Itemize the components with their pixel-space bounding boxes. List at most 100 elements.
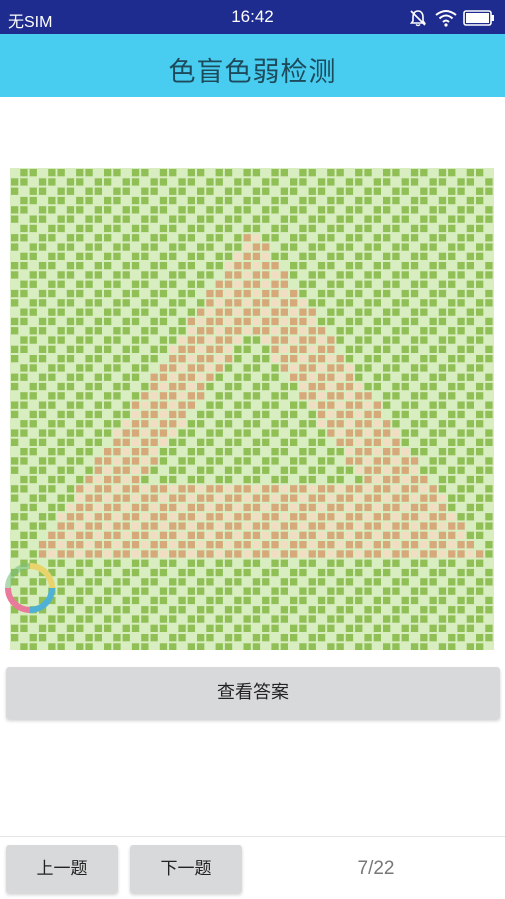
background-dot xyxy=(94,243,102,251)
background-dot xyxy=(410,401,419,409)
figure-dot xyxy=(280,327,288,335)
figure-dot xyxy=(234,513,242,521)
background-dot xyxy=(57,494,65,502)
background-dot xyxy=(438,178,447,186)
background-dot xyxy=(197,243,205,251)
figure-dot xyxy=(206,373,214,381)
background-dot xyxy=(410,234,419,242)
background-dot xyxy=(94,215,102,223)
figure-dot xyxy=(280,280,288,288)
background-dot xyxy=(457,578,465,586)
background-dot xyxy=(243,429,251,437)
background-dot xyxy=(373,382,381,391)
figure-dot xyxy=(327,420,335,428)
background-dot xyxy=(373,568,381,577)
background-dot xyxy=(76,252,84,260)
background-dot xyxy=(280,373,288,381)
background-dot xyxy=(29,531,37,539)
background-dot xyxy=(317,169,326,177)
show-answer-button[interactable]: 查看答案 xyxy=(6,667,500,719)
background-dot xyxy=(373,336,381,344)
background-dot xyxy=(383,643,391,650)
background-dot xyxy=(197,401,205,409)
background-dot xyxy=(438,345,447,353)
background-dot xyxy=(57,289,65,298)
figure-dot xyxy=(131,466,140,474)
background-dot xyxy=(113,280,121,288)
background-dot xyxy=(327,615,335,623)
background-dot xyxy=(355,224,363,233)
figure-dot xyxy=(290,299,298,307)
figure-dot xyxy=(429,550,437,558)
figure-dot xyxy=(48,550,56,558)
figure-dot xyxy=(224,522,233,530)
figure-dot xyxy=(38,550,47,558)
background-dot xyxy=(113,317,121,326)
background-dot xyxy=(113,578,121,586)
background-dot xyxy=(438,568,447,577)
background-dot xyxy=(476,568,484,577)
background-dot xyxy=(38,420,47,428)
figure-dot xyxy=(364,550,372,558)
background-dot xyxy=(252,364,261,372)
background-dot xyxy=(383,243,391,251)
background-dot xyxy=(11,187,19,195)
background-dot xyxy=(104,401,112,409)
background-dot xyxy=(252,438,261,446)
background-dot xyxy=(57,308,65,316)
background-dot xyxy=(280,262,288,270)
figure-dot xyxy=(104,457,112,465)
background-dot xyxy=(410,317,419,326)
background-dot xyxy=(11,178,19,186)
background-dot xyxy=(94,392,102,400)
background-dot xyxy=(20,364,28,372)
background-dot xyxy=(11,466,19,474)
background-dot xyxy=(206,262,214,270)
background-dot xyxy=(420,606,428,614)
background-dot xyxy=(215,224,223,233)
background-dot xyxy=(308,215,316,223)
background-dot xyxy=(262,364,270,372)
background-dot xyxy=(169,568,177,577)
figure-dot xyxy=(197,531,205,539)
background-dot xyxy=(327,634,335,642)
background-dot xyxy=(85,429,93,437)
background-dot xyxy=(448,438,456,446)
background-dot xyxy=(299,475,307,484)
background-dot xyxy=(159,187,168,195)
background-dot xyxy=(410,364,419,372)
figure-dot xyxy=(317,392,326,400)
figure-dot xyxy=(206,522,214,530)
background-dot xyxy=(299,206,307,214)
background-dot xyxy=(438,336,447,344)
figure-dot xyxy=(85,503,93,512)
background-dot xyxy=(122,364,130,372)
background-dot xyxy=(122,568,130,577)
background-dot xyxy=(113,624,121,632)
background-dot xyxy=(11,280,19,288)
background-dot xyxy=(271,643,279,650)
figure-dot xyxy=(252,317,261,326)
previous-question-button[interactable]: 上一题 xyxy=(6,845,118,893)
background-dot xyxy=(66,243,75,251)
background-dot xyxy=(429,420,437,428)
background-dot xyxy=(308,420,316,428)
figure-dot xyxy=(85,531,93,539)
background-dot xyxy=(476,615,484,623)
background-dot xyxy=(448,503,456,512)
figure-dot xyxy=(197,327,205,335)
background-dot xyxy=(234,206,242,214)
background-dot xyxy=(485,541,493,549)
figure-dot xyxy=(327,345,335,353)
next-question-button[interactable]: 下一题 xyxy=(130,845,242,893)
figure-dot xyxy=(383,466,391,474)
background-dot xyxy=(131,355,140,363)
figure-dot xyxy=(308,327,316,335)
figure-dot xyxy=(355,410,363,419)
background-dot xyxy=(401,345,409,353)
figure-dot xyxy=(252,541,261,549)
background-dot xyxy=(364,215,372,223)
figure-dot xyxy=(373,410,381,419)
background-dot xyxy=(38,494,47,502)
background-dot xyxy=(57,317,65,326)
